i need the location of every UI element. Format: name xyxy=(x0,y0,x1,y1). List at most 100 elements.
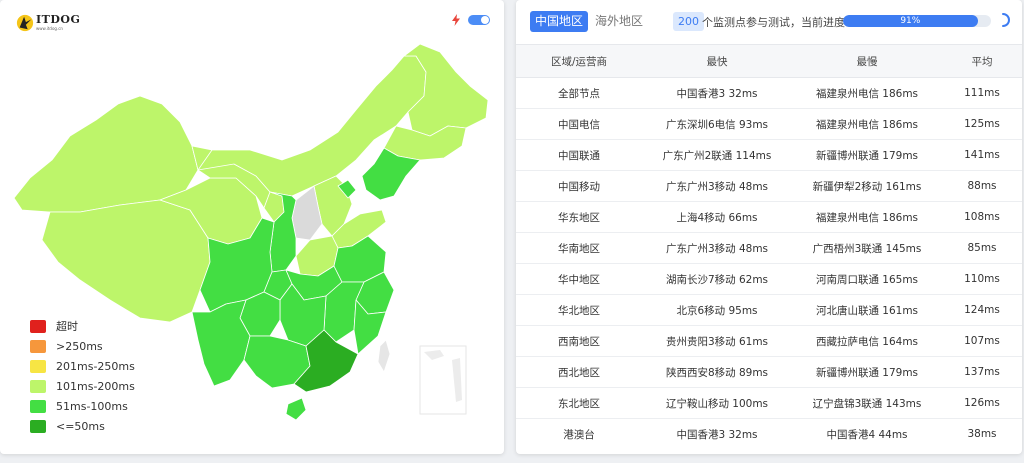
cell-region: 华东地区 xyxy=(516,201,642,233)
tab-china[interactable]: 中国地区 xyxy=(530,11,589,32)
results-panel: 中国地区 海外地区 200 个监测点参与测试，当前进度： 91% 区域/运营商 … xyxy=(516,0,1022,454)
region-xinjiang[interactable] xyxy=(13,95,199,213)
table-row[interactable]: 西北地区 陕西西安8移动 89ms 新疆博州联通 179ms 137ms xyxy=(516,356,1022,388)
legend-swatch xyxy=(30,399,46,413)
loading-spinner-icon xyxy=(1002,13,1010,27)
table-row[interactable]: 华中地区 湖南长沙7移动 62ms 河南周口联通 165ms 110ms xyxy=(516,263,1022,295)
legend-label: 超时 xyxy=(56,320,78,333)
cell-slowest: 广西梧州3联通 145ms xyxy=(792,232,942,264)
table-row[interactable]: 华北地区 北京6移动 95ms 河北唐山联通 161ms 124ms xyxy=(516,294,1022,326)
legend-swatch xyxy=(30,359,46,373)
cell-average: 88ms xyxy=(942,170,1022,202)
cell-fastest: 广东广州3移动 48ms xyxy=(642,232,792,264)
cell-region: 华南地区 xyxy=(516,232,642,264)
logo-text: ITDOG xyxy=(36,13,81,26)
cell-slowest: 河南周口联通 165ms xyxy=(792,263,942,295)
cell-slowest: 新疆博州联通 179ms xyxy=(792,356,942,388)
legend-swatch xyxy=(30,379,46,393)
cell-region: 华中地区 xyxy=(516,263,642,295)
progress-fill: 91% xyxy=(843,15,978,27)
cell-slowest: 新疆博州联通 179ms xyxy=(792,139,942,171)
table-row[interactable]: 全部节点 中国香港3 32ms 福建泉州电信 186ms 111ms xyxy=(516,77,1022,109)
cell-fastest: 中国香港3 32ms xyxy=(642,77,792,109)
cell-slowest: 福建泉州电信 186ms xyxy=(792,108,942,140)
cell-region: 全部节点 xyxy=(516,77,642,109)
cell-region: 东北地区 xyxy=(516,387,642,419)
table-row[interactable]: 东北地区 辽宁鞍山移动 100ms 辽宁盘锦3联通 143ms 126ms xyxy=(516,387,1022,419)
cell-fastest: 广东广州2联通 114ms xyxy=(642,139,792,171)
legend-item-51-100[interactable]: 51ms-100ms xyxy=(30,396,135,416)
cell-average: 107ms xyxy=(942,325,1022,357)
legend-swatch xyxy=(30,339,46,353)
map-mode-toggle-group xyxy=(452,14,490,26)
cell-average: 125ms xyxy=(942,108,1022,140)
latency-summary-table: 区域/运营商 最快 最慢 平均 全部节点 中国香港3 32ms 福建泉州电信 186… xyxy=(516,44,1022,450)
cell-region: 中国联通 xyxy=(516,139,642,171)
legend-swatch xyxy=(30,419,46,433)
south-china-sea-inset xyxy=(419,345,467,415)
results-toolbar: 中国地区 海外地区 200 个监测点参与测试，当前进度： 91% xyxy=(516,0,1022,44)
table-row[interactable]: 华东地区 上海4移动 66ms 福建泉州电信 186ms 108ms xyxy=(516,201,1022,233)
table-row[interactable]: 华南地区 广东广州3移动 48ms 广西梧州3联通 145ms 85ms xyxy=(516,232,1022,264)
table-header-row: 区域/运营商 最快 最慢 平均 xyxy=(516,44,1022,78)
legend-swatch xyxy=(30,319,46,333)
cell-slowest: 辽宁盘锦3联通 143ms xyxy=(792,387,942,419)
table-row[interactable]: 中国电信 广东深圳6电信 93ms 福建泉州电信 186ms 125ms xyxy=(516,108,1022,140)
region-hainan[interactable] xyxy=(285,397,307,420)
node-count-badge: 200 xyxy=(673,12,704,31)
lightning-icon xyxy=(452,14,460,26)
cell-fastest: 中国香港3 32ms xyxy=(676,428,758,441)
column-header-average[interactable]: 平均 xyxy=(942,44,1022,78)
cell-fastest: 上海4移动 66ms xyxy=(642,201,792,233)
cell-region: 华北地区 xyxy=(516,294,642,326)
column-header-region[interactable]: 区域/运营商 xyxy=(516,44,642,78)
cell-fastest: 陕西西安8移动 89ms xyxy=(642,356,792,388)
table-row[interactable]: 中国移动 广东广州3移动 48ms 新疆伊犁2移动 161ms 88ms xyxy=(516,170,1022,202)
map-mode-toggle[interactable] xyxy=(468,15,490,25)
cell-average: 137ms xyxy=(942,356,1022,388)
cell-fastest: 广东广州3移动 48ms xyxy=(642,170,792,202)
legend-label: 101ms-200ms xyxy=(56,379,135,393)
legend-label: 201ms-250ms xyxy=(56,359,135,373)
cell-fastest: 贵州贵阳3移动 61ms xyxy=(642,325,792,357)
progress-bar: 91% xyxy=(843,15,991,27)
legend-item-under-50[interactable]: <=50ms xyxy=(30,416,135,436)
cell-region: 西北地区 xyxy=(516,356,642,388)
region-taiwan[interactable] xyxy=(377,339,391,373)
cell-slowest: 中国香港4 44ms xyxy=(826,428,908,441)
latency-legend: 超时 >250ms 201ms-250ms 101ms-200ms 51ms-1… xyxy=(30,316,135,436)
legend-item-over-250[interactable]: >250ms xyxy=(30,336,135,356)
logo-subtext: www.itdog.cn xyxy=(36,26,63,31)
cell-fastest: 北京6移动 95ms xyxy=(642,294,792,326)
latency-map-panel: ITDOG www.itdog.cn 超时 >250ms 201ms-250ms… xyxy=(0,0,504,454)
itdog-star-icon xyxy=(16,14,34,32)
column-header-slowest[interactable]: 最慢 xyxy=(792,44,942,78)
region-yunnan[interactable] xyxy=(191,299,251,387)
region-tibet[interactable] xyxy=(41,199,211,323)
cell-average: 108ms xyxy=(942,201,1022,233)
cell-average: 124ms xyxy=(942,294,1022,326)
legend-item-201-250[interactable]: 201ms-250ms xyxy=(30,356,135,376)
table-row[interactable]: 西南地区 贵州贵阳3移动 61ms 西藏拉萨电信 164ms 107ms xyxy=(516,325,1022,357)
cell-slowest: 福建泉州电信 186ms xyxy=(792,201,942,233)
cell-slowest: 西藏拉萨电信 164ms xyxy=(792,325,942,357)
cell-slowest: 新疆伊犁2移动 161ms xyxy=(792,170,942,202)
itdog-logo[interactable]: ITDOG www.itdog.cn xyxy=(16,14,80,32)
cell-slowest: 福建泉州电信 186ms xyxy=(792,77,942,109)
cell-region: 中国移动 xyxy=(516,170,642,202)
tab-overseas[interactable]: 海外地区 xyxy=(590,11,648,32)
cell-fastest: 辽宁鞍山移动 100ms xyxy=(642,387,792,419)
cell-average: 38ms xyxy=(967,428,997,441)
cell-average: 111ms xyxy=(942,77,1022,109)
legend-item-101-200[interactable]: 101ms-200ms xyxy=(30,376,135,396)
legend-item-timeout[interactable]: 超时 xyxy=(30,316,135,336)
cell-slowest: 河北唐山联通 161ms xyxy=(792,294,942,326)
cell-average: 85ms xyxy=(942,232,1022,264)
cell-fastest: 湖南长沙7移动 62ms xyxy=(642,263,792,295)
progress-caption: 个监测点参与测试，当前进度： xyxy=(702,16,856,29)
cell-average: 110ms xyxy=(942,263,1022,295)
cell-region: 西南地区 xyxy=(516,325,642,357)
column-header-fastest[interactable]: 最快 xyxy=(642,44,792,78)
table-row[interactable]: 中国联通 广东广州2联通 114ms 新疆博州联通 179ms 141ms xyxy=(516,139,1022,171)
table-row[interactable]: 港澳台 中国香港3 32ms 中国香港4 44ms 38ms xyxy=(516,419,1022,450)
